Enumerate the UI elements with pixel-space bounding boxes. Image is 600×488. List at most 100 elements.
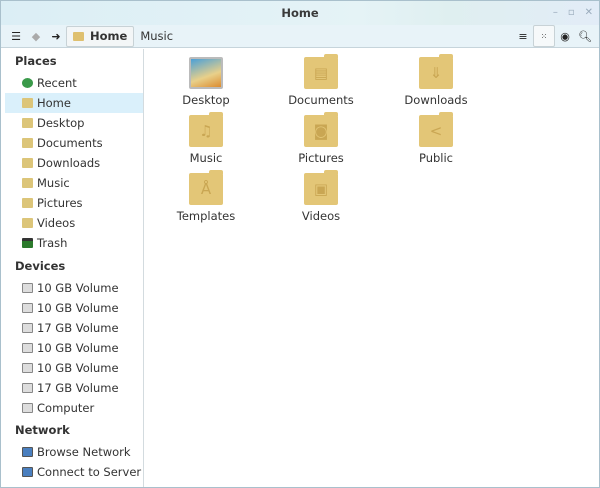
public-folder-icon: < [419,112,453,147]
folder-public[interactable]: < Public [381,112,491,165]
folder-pictures[interactable]: ◙ Pictures [266,112,376,165]
window-title: Home [281,6,319,20]
drive-icon [22,403,33,413]
drive-icon [22,283,33,293]
sidebar-item-trash[interactable]: Trash [5,233,143,253]
trash-icon [22,238,33,248]
sidebar-item-videos[interactable]: Videos [5,213,143,233]
breadcrumb-label: Home [90,29,128,43]
sidebar-item-home[interactable]: Home [5,93,143,113]
sidebar-item-music[interactable]: Music [5,173,143,193]
folder-templates[interactable]: Å Templates [151,170,261,223]
videos-folder-icon: ▣ [304,170,338,205]
sidebar-item-label: 10 GB Volume [37,361,119,375]
sidebar-item-label: 10 GB Volume [37,341,119,355]
minimize-button[interactable]: – [553,1,558,25]
sidebar-item-label: Desktop [37,116,85,130]
drive-icon [22,343,33,353]
folder-videos[interactable]: ▣ Videos [266,170,376,223]
folder-documents[interactable]: ▤ Documents [266,54,376,107]
folder-label: Music [189,151,223,165]
folder-icon [22,118,33,128]
sidebar: Places Recent Home Desktop Documents Download… [1,49,144,487]
folder-label: Videos [301,209,341,223]
breadcrumb-home[interactable]: Home [66,25,135,47]
sidebar-item-label: Videos [37,216,76,230]
folder-icon [22,218,33,228]
sidebar-item-label: Computer [37,401,95,415]
search-icon[interactable]: 🔍︎ [575,25,595,47]
sidebar-item-label: Connect to Server [37,465,142,479]
folder-downloads[interactable]: ⇓ Downloads [381,54,491,107]
folder-icon [22,178,33,188]
folder-label: Downloads [404,93,468,107]
folder-music[interactable]: ♫ Music [151,112,261,165]
sidebar-item-label: Downloads [37,156,101,170]
sidebar-item-label: Browse Network [37,445,131,459]
desktop-folder-icon [189,57,223,89]
pictures-folder-icon: ◙ [304,112,338,147]
title-bar: Home – ▫ ✕ [1,1,599,25]
sidebar-item-label: 17 GB Volume [37,321,119,335]
documents-folder-icon: ▤ [304,54,338,89]
sidebar-item-label: 10 GB Volume [37,301,119,315]
folder-icon [22,198,33,208]
sidebar-item-pictures[interactable]: Pictures [5,193,143,213]
sidebar-item-label: Home [37,96,71,110]
sidebar-device[interactable]: 10 GB Volume [5,278,143,298]
recent-icon [22,78,33,88]
sidebar-device[interactable]: Computer [5,398,143,418]
home-folder-icon [73,31,84,41]
sidebar-item-label: Music [37,176,70,190]
sidebar-device[interactable]: 10 GB Volume [5,338,143,358]
folder-icon [22,138,33,148]
drive-icon [22,363,33,373]
sidebar-item-label: Documents [37,136,103,150]
maximize-button[interactable]: ▫ [568,1,575,25]
eye-icon[interactable]: ◉ [555,25,575,47]
sidebar-item-label: 10 GB Volume [37,281,119,295]
sidebar-item-label: 17 GB Volume [37,381,119,395]
sidebar-item-label: Trash [37,236,68,250]
grid-view-icon[interactable]: ⁙ [533,25,555,47]
drive-icon [22,323,33,333]
toolbar: ☰ ◆ ➜ Home Music ≡ ⁙ ◉ 🔍︎ [1,25,599,48]
sidebar-item-recent[interactable]: Recent [5,73,143,93]
sidebar-item-label: Pictures [37,196,83,210]
sidebar-device[interactable]: 17 GB Volume [5,378,143,398]
places-header: Places [15,54,57,68]
sidebar-item-documents[interactable]: Documents [5,133,143,153]
forward-arrow-icon[interactable]: ➜ [46,25,66,47]
sidebar-device[interactable]: 10 GB Volume [5,298,143,318]
back-arrow-icon[interactable]: ◆ [26,25,46,47]
sidebar-network-item[interactable]: Browse Network [5,442,143,462]
sidebar-item-downloads[interactable]: Downloads [5,153,143,173]
folder-label: Public [418,151,454,165]
close-button[interactable]: ✕ [585,1,593,25]
folder-desktop[interactable]: Desktop [151,57,261,107]
sidebar-item-desktop[interactable]: Desktop [5,113,143,133]
network-icon [22,467,33,477]
sidebar-toggle-icon[interactable]: ☰ [6,25,26,47]
downloads-folder-icon: ⇓ [419,54,453,89]
folder-label: Documents [288,93,354,107]
drive-icon [22,383,33,393]
list-view-icon[interactable]: ≡ [513,25,533,47]
sidebar-network-item[interactable]: Connect to Server [5,462,143,482]
folder-label: Templates [176,209,236,223]
devices-header: Devices [15,259,66,273]
breadcrumb-music[interactable]: Music [134,26,179,47]
network-header: Network [15,423,70,437]
sidebar-device[interactable]: 10 GB Volume [5,358,143,378]
sidebar-item-label: Recent [37,76,77,90]
file-grid: Desktop ▤ Documents ⇓ Downloads ♫ Music ◙ Pictur… [145,49,599,487]
templates-folder-icon: Å [189,170,223,205]
drive-icon [22,303,33,313]
network-icon [22,447,33,457]
sidebar-device[interactable]: 17 GB Volume [5,318,143,338]
music-folder-icon: ♫ [189,112,223,147]
folder-icon [22,98,33,108]
file-manager-window: Home – ▫ ✕ ☰ ◆ ➜ Home Music ≡ ⁙ ◉ 🔍︎ Pla… [0,0,600,488]
folder-icon [22,158,33,168]
folder-label: Desktop [182,93,230,107]
